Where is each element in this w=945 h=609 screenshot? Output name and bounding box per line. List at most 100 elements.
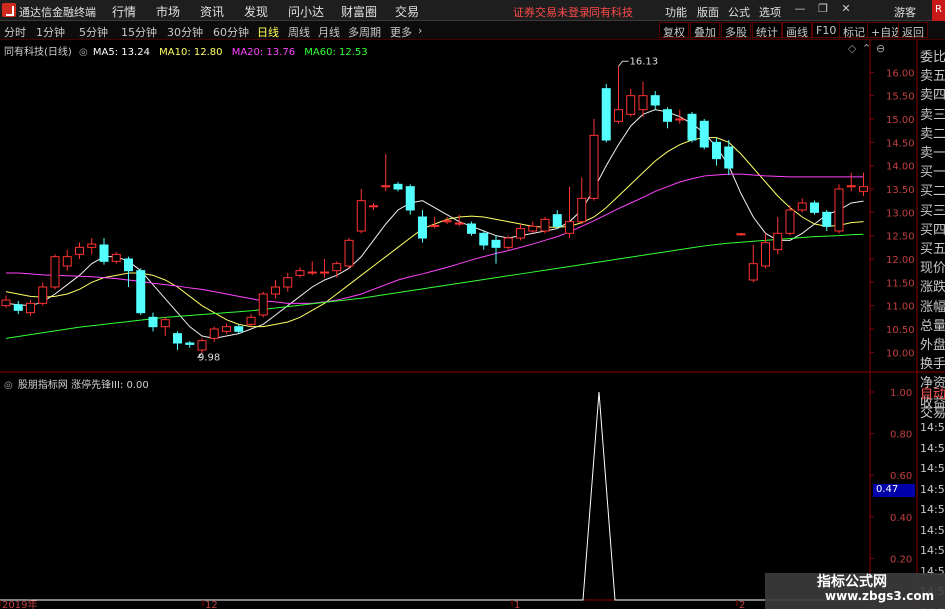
period-60min[interactable]: 60分钟 <box>213 24 249 40</box>
candle-up <box>1 295 11 308</box>
candle-down <box>418 210 427 243</box>
menu-caifuquan[interactable]: 财富圈 <box>341 3 377 20</box>
indicator-tick-label: 0.60 <box>890 471 912 482</box>
btn-huaxian[interactable]: 画线 <box>782 22 812 39</box>
quote-label: 委比 <box>920 50 945 65</box>
auto-trade-label[interactable]: 自动 <box>920 383 945 402</box>
user-guest[interactable]: 游客 <box>894 4 916 20</box>
r-badge-icon[interactable]: R <box>932 0 945 21</box>
candle-body <box>75 246 84 255</box>
app-logo-icon <box>2 3 16 17</box>
price-tick-label: 10.00 <box>886 348 915 359</box>
candle-up <box>528 221 538 234</box>
quote-label: 卖五 <box>920 69 945 85</box>
btn-diejia[interactable]: 叠加 <box>690 22 720 39</box>
trade-label[interactable]: 交易 <box>920 402 945 421</box>
title-bar: 通达信金融终端 行情 市场 资讯 发现 问小达 财富圈 交易 证券交易未登录 同… <box>0 0 945 21</box>
date-tick-label: 2 <box>739 600 745 609</box>
menu-gongshi[interactable]: 公式 <box>728 4 750 20</box>
menu-xuanxiang[interactable]: 选项 <box>759 4 781 20</box>
indicator-tick-label: 0.40 <box>890 513 912 524</box>
indicator-settings-icon[interactable]: ◎ <box>4 380 13 391</box>
menu-zixun[interactable]: 资讯 <box>200 3 224 20</box>
quote-label: 买二 <box>920 184 945 200</box>
candle-body <box>810 202 819 213</box>
candle-down <box>173 331 182 350</box>
period-weekly[interactable]: 周线 <box>288 24 310 40</box>
quote-label: 现价 <box>920 261 945 277</box>
indicator-tick-label: 0.20 <box>890 554 912 565</box>
minimize-icon[interactable]: — <box>793 2 807 17</box>
quote-label: 总量 <box>920 318 945 334</box>
btn-biaoji[interactable]: 标记 <box>839 22 869 39</box>
candle-body <box>271 286 280 295</box>
candle-body <box>663 109 672 122</box>
period-5min[interactable]: 5分钟 <box>79 24 108 40</box>
trade-time: 14:56 <box>920 462 945 475</box>
close-icon[interactable]: ✕ <box>839 2 853 17</box>
quote-label: 涨幅 <box>920 299 945 315</box>
menu-jiaoyi[interactable]: 交易 <box>395 3 419 20</box>
candle-body <box>283 277 293 288</box>
ma-line-ma20 <box>6 173 864 304</box>
candle-up <box>638 81 648 117</box>
menu-wenxiaoda[interactable]: 问小达 <box>288 3 324 20</box>
price-tick-label: 12.50 <box>886 232 915 243</box>
candle-down <box>99 238 109 265</box>
period-daily[interactable]: 日线 <box>257 24 279 40</box>
candle-body <box>381 185 391 188</box>
candle-body <box>675 118 685 121</box>
trade-time: 14:56 <box>920 544 945 557</box>
period-1min[interactable]: 1分钟 <box>36 24 65 40</box>
candle-up <box>516 224 525 241</box>
period-15min[interactable]: 15分钟 <box>121 24 157 40</box>
candle-up <box>307 261 317 276</box>
btn-duogu[interactable]: 多股 <box>721 22 751 39</box>
period-monthly[interactable]: 月线 <box>318 24 340 40</box>
candle-body <box>736 233 746 236</box>
diamond-icon[interactable]: ◇ <box>848 42 856 55</box>
candle-body <box>369 205 378 208</box>
chart-title: 同有科技(日线) <box>4 47 72 58</box>
collapse-icon[interactable]: ⊖ <box>876 42 885 55</box>
candle-up <box>675 109 685 124</box>
chart-settings-icon[interactable]: ◎ <box>79 47 88 58</box>
more-chevron-icon[interactable]: › <box>418 24 422 37</box>
candle-up <box>283 273 293 292</box>
candle-up <box>369 203 378 210</box>
restore-icon[interactable]: ❐ <box>816 2 830 17</box>
candle-up <box>797 198 807 213</box>
quote-label: 外盘 <box>920 338 945 353</box>
candle-body <box>638 95 648 111</box>
menu-faxian[interactable]: 发现 <box>244 3 268 20</box>
login-notice[interactable]: 证券交易未登录 <box>513 4 590 20</box>
candle-up <box>75 242 84 259</box>
menu-banmian[interactable]: 版面 <box>697 4 719 20</box>
candle-up <box>38 282 48 306</box>
candle-up <box>271 280 280 299</box>
candle-body <box>442 220 452 223</box>
candle-up <box>356 189 366 234</box>
menu-gongneng[interactable]: 功能 <box>665 4 687 20</box>
candle-body <box>62 256 72 267</box>
period-multi[interactable]: 多周期 <box>348 24 381 40</box>
menu-shichang[interactable]: 市场 <box>156 3 180 20</box>
candle-body <box>136 270 146 314</box>
period-more[interactable]: 更多 <box>390 24 412 40</box>
btn-f10[interactable]: F10 <box>812 22 841 38</box>
candles <box>1 66 868 354</box>
btn-tongji[interactable]: 统计 <box>752 22 782 39</box>
candle-up <box>577 177 587 224</box>
candle-down <box>650 91 660 110</box>
candle-body <box>846 185 856 188</box>
menu-hangqing[interactable]: 行情 <box>112 3 136 20</box>
candle-body <box>761 242 770 267</box>
chevron-up-icon[interactable]: ⌃ <box>862 42 871 55</box>
btn-back[interactable]: 返回 <box>898 22 928 39</box>
period-30min[interactable]: 30分钟 <box>167 24 203 40</box>
candle-body <box>160 319 170 328</box>
indicator-lines <box>0 391 870 601</box>
period-fenshi[interactable]: 分时 <box>4 24 26 40</box>
btn-fuquan[interactable]: 复权 <box>659 22 689 39</box>
watermark: 指标公式网 www.zbgs3.com <box>765 573 945 609</box>
